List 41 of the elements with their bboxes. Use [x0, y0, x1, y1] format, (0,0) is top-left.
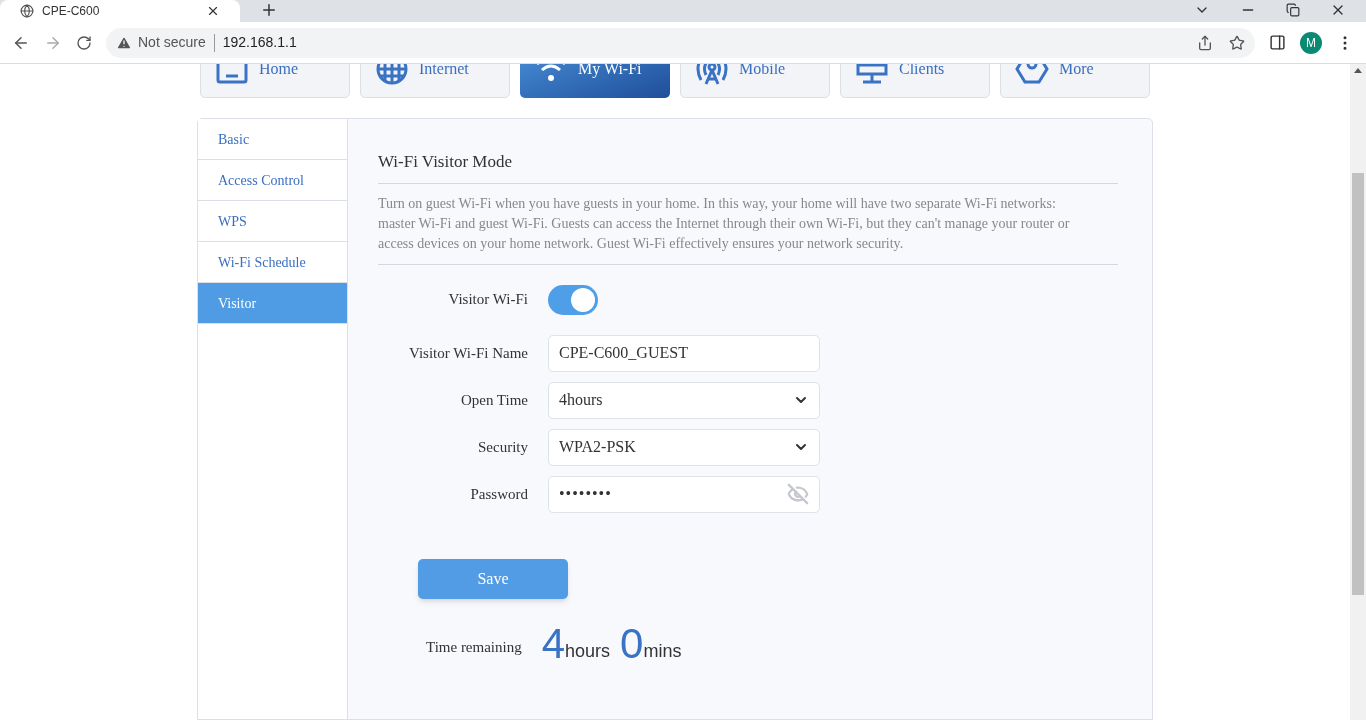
time-remaining-label: Time remaining: [426, 638, 522, 657]
hours-unit: hours: [565, 639, 611, 663]
text-field[interactable]: CPE-C600_GUEST: [548, 334, 820, 372]
close-tab-icon[interactable]: [206, 4, 220, 18]
nav-tab[interactable]: My Wi-Fi: [520, 64, 670, 98]
field-label: Visitor Wi-Fi: [447, 290, 528, 310]
field-label: Security: [477, 437, 528, 457]
minutes-unit: mins: [643, 639, 682, 663]
select-field[interactable]: WPA2-PSK: [548, 428, 820, 466]
section-title: Wi-Fi Visitor Mode: [378, 149, 1118, 184]
profile-avatar[interactable]: M: [1300, 31, 1322, 54]
bookmark-icon[interactable]: [1229, 34, 1245, 51]
hours-value: 4: [541, 622, 566, 665]
address-bar[interactable]: Not secure 192.168.1.1: [106, 27, 1255, 58]
scrollbar[interactable]: [1350, 64, 1366, 720]
security-label: Not secure: [138, 33, 206, 52]
save-button[interactable]: Save: [418, 558, 568, 599]
nav-tab[interactable]: Internet: [360, 64, 510, 98]
field-label: Password: [469, 484, 528, 504]
url-text: 192.168.1.1: [222, 33, 297, 52]
sidebar-item[interactable]: WPS: [198, 201, 347, 242]
sidebar-item[interactable]: Basic: [198, 119, 347, 160]
new-tab-icon[interactable]: [260, 1, 278, 19]
toggle-switch[interactable]: [548, 284, 598, 315]
browser-tab[interactable]: CPE-C600: [0, 0, 240, 22]
field-label: Open Time: [459, 390, 528, 410]
side-panel-icon[interactable]: [1269, 34, 1286, 51]
warning-icon: [116, 34, 132, 51]
restore-icon[interactable]: [1286, 3, 1300, 17]
globe-icon: [20, 4, 34, 18]
sidebar-item[interactable]: Access Control: [198, 160, 347, 201]
description-text: Turn on guest Wi-Fi when you have guests in your home. In this way, your home will have two separate Wi-Fi networks: master Wi-Fi and guest Wi-Fi. Guests can access the Internet through their own Wi-Fi, but they can't manage your router or access devices on your home network. Guest Wi-Fi effectively ensures your network security.: [378, 194, 1071, 253]
sidebar-item[interactable]: Visitor: [198, 283, 347, 324]
reload-icon[interactable]: [76, 34, 92, 51]
select-field[interactable]: 4hours: [548, 381, 820, 419]
password-field[interactable]: ••••••••: [548, 475, 820, 513]
nav-tab[interactable]: Home: [200, 64, 350, 98]
nav-tab[interactable]: More: [1000, 64, 1150, 98]
share-icon[interactable]: [1197, 34, 1213, 51]
minutes-value: 0: [620, 622, 644, 665]
field-label: Visitor Wi-Fi Name: [407, 343, 528, 363]
